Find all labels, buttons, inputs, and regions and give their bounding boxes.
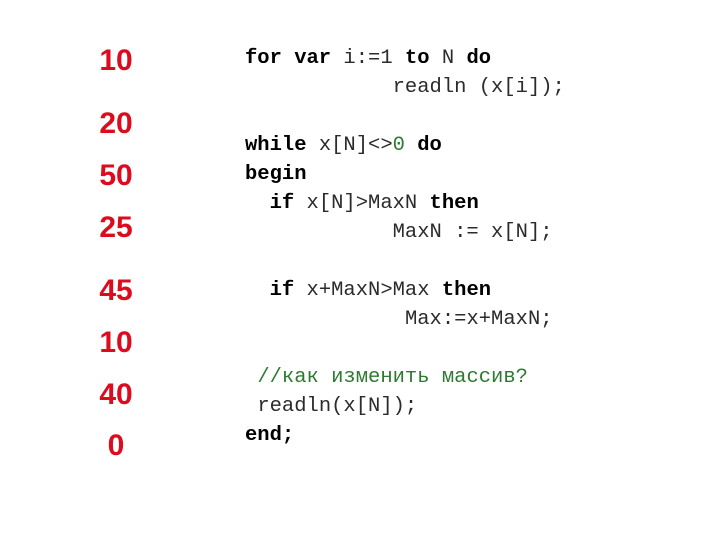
code-token-plain: x[N]>MaxN: [306, 192, 430, 215]
line-readln-n: readln(x[N]);: [245, 392, 685, 421]
code-token-kw: if: [269, 279, 307, 302]
code-token-plain: x[N]<>: [318, 134, 393, 157]
line-for: for var i:=1 to N do: [245, 44, 685, 73]
line-blank-3: [245, 334, 685, 363]
array-value-item: 50: [99, 159, 133, 192]
code-token-plain: MaxN := x[N];: [392, 221, 553, 244]
array-value-item: 10: [99, 44, 133, 77]
code-token-plain: i:=1: [343, 47, 405, 70]
array-value-item: 25: [99, 211, 133, 244]
code-token-plain: readln(x[N]);: [257, 395, 418, 418]
code-token-plain: readln (x[i]);: [392, 76, 565, 99]
line-if-max: if x+MaxN>Max then: [245, 276, 685, 305]
code-token-kw: do: [404, 134, 442, 157]
array-value-item: 40: [99, 378, 133, 411]
array-value-item: 20: [99, 107, 133, 140]
code-token-kw: begin: [245, 163, 307, 186]
array-value-item: 45: [99, 274, 133, 307]
line-while: while x[N]<>0 do: [245, 131, 685, 160]
code-token-kw: to: [404, 47, 442, 70]
code-token-kw: while: [245, 134, 319, 157]
line-assign-maxn: MaxN := x[N];: [245, 218, 685, 247]
code-token-num-green: 0: [392, 134, 405, 157]
code-token-kw: then: [429, 192, 479, 215]
line-if-maxn: if x[N]>MaxN then: [245, 189, 685, 218]
line-end: end;: [245, 421, 685, 450]
code-token-plain: N: [441, 47, 467, 70]
code-token-plain: Max:=x+MaxN;: [404, 308, 553, 331]
line-begin: begin: [245, 160, 685, 189]
code-token-kw: if: [269, 192, 307, 215]
slide-canvas: 10 20 50 25 45 10 40 0 for var i:=1 to N…: [0, 0, 720, 540]
code-token-plain: x+MaxN>Max: [306, 279, 442, 302]
code-token-kw: end;: [245, 424, 295, 447]
code-token-comment: //как изменить массив?: [257, 366, 528, 389]
pascal-code-block: for var i:=1 to N do readln (x[i]); while…: [245, 44, 685, 450]
line-comment: //как изменить массив?: [245, 363, 685, 392]
array-values-column: 10 20 50 25 45 10 40 0: [78, 46, 154, 461]
line-readln-i: readln (x[i]);: [245, 73, 685, 102]
array-value-item: 0: [107, 429, 125, 462]
line-blank-2: [245, 247, 685, 276]
code-token-kw: do: [466, 47, 492, 70]
code-token-kw: for var: [245, 47, 344, 70]
code-token-kw: then: [441, 279, 492, 302]
array-value-item: 10: [99, 326, 133, 359]
line-assign-max: Max:=x+MaxN;: [245, 305, 685, 334]
line-blank-1: [245, 102, 685, 131]
